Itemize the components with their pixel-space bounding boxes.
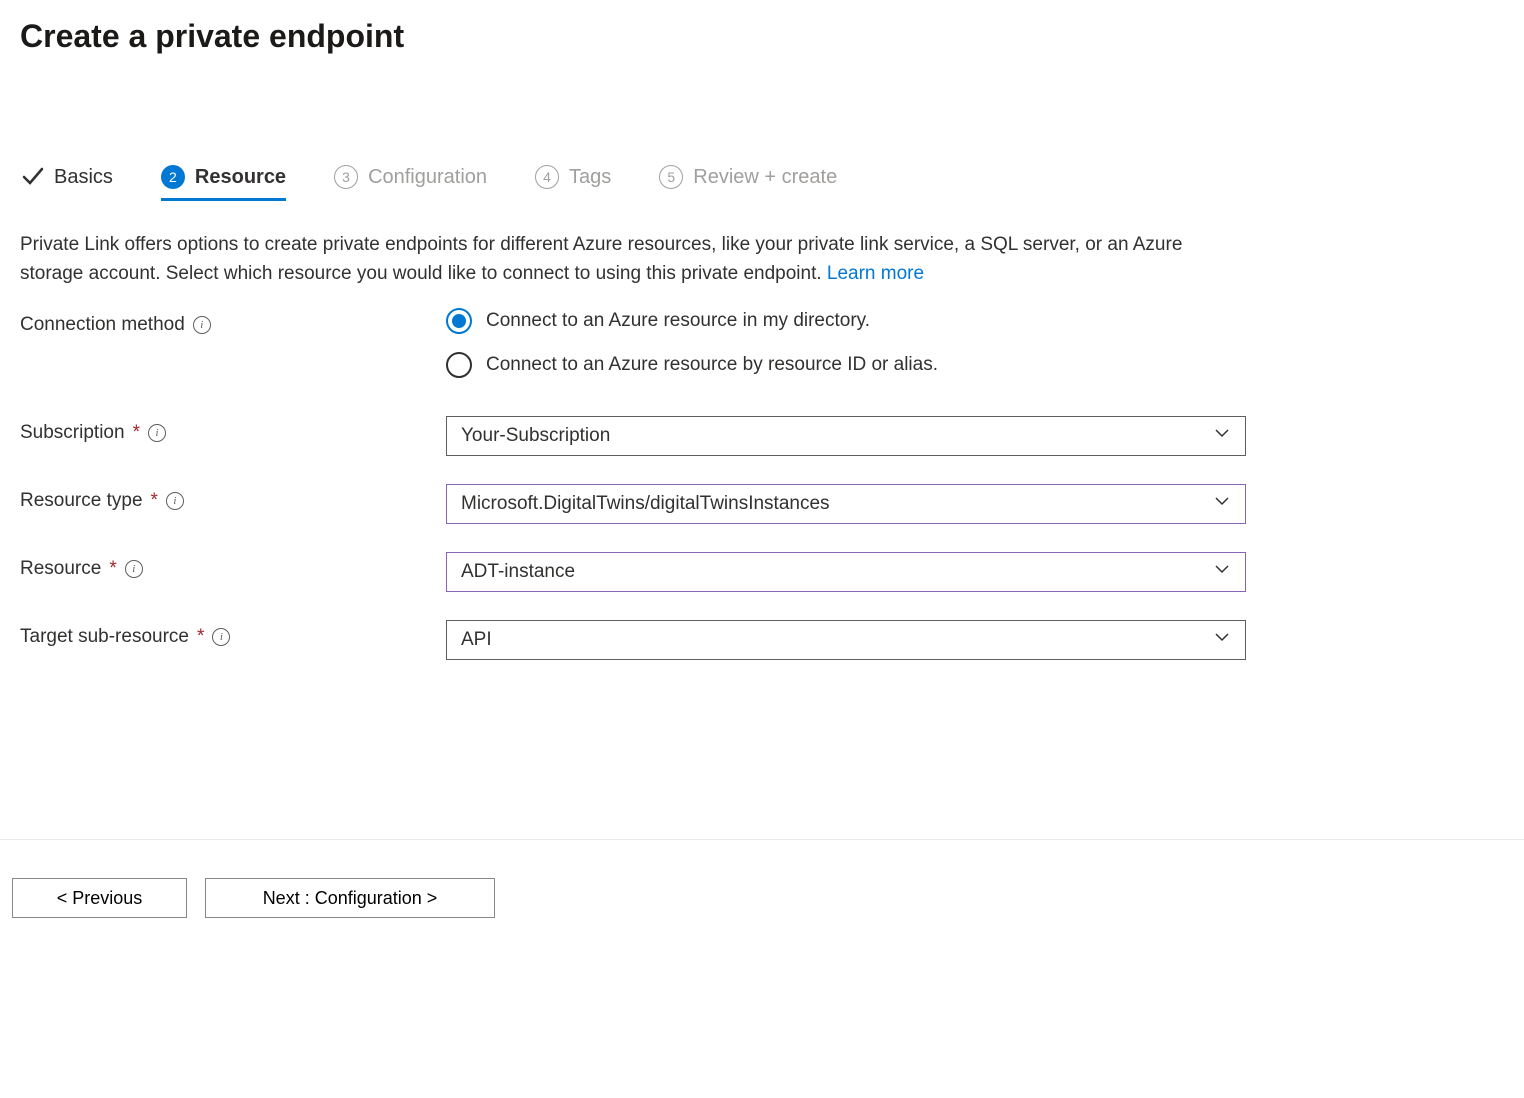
- tab-configuration[interactable]: 3 Configuration: [334, 165, 487, 201]
- radio-circle-icon: [446, 352, 472, 378]
- required-marker: *: [151, 490, 158, 512]
- wizard-tabs: Basics 2 Resource 3 Configuration 4 Tags…: [0, 165, 1524, 201]
- chevron-down-icon: [1213, 492, 1231, 516]
- required-marker: *: [109, 558, 116, 580]
- selected-value: ADT-instance: [461, 561, 575, 583]
- required-marker: *: [197, 626, 204, 648]
- label-resource-type: Resource type * i: [20, 484, 446, 512]
- tab-basics[interactable]: Basics: [20, 165, 113, 201]
- resource-select[interactable]: ADT-instance: [446, 552, 1246, 592]
- tab-tags[interactable]: 4 Tags: [535, 165, 611, 201]
- target-sub-resource-select[interactable]: API: [446, 620, 1246, 660]
- label-connection-method: Connection method i: [20, 308, 446, 336]
- learn-more-link[interactable]: Learn more: [827, 263, 924, 284]
- label-text: Resource type: [20, 490, 143, 512]
- tab-label: Configuration: [368, 166, 487, 189]
- description-text: Private Link offers options to create pr…: [0, 201, 1240, 288]
- tab-label: Basics: [54, 166, 113, 189]
- info-icon[interactable]: i: [166, 492, 184, 510]
- label-text: Connection method: [20, 314, 185, 336]
- radio-circle-icon: [446, 308, 472, 334]
- next-button[interactable]: Next : Configuration >: [205, 878, 495, 918]
- tab-number: 5: [659, 165, 683, 189]
- info-icon[interactable]: i: [148, 424, 166, 442]
- chevron-down-icon: [1213, 424, 1231, 448]
- selected-value: Microsoft.DigitalTwins/digitalTwinsInsta…: [461, 493, 830, 515]
- tab-resource[interactable]: 2 Resource: [161, 165, 286, 201]
- required-marker: *: [133, 422, 140, 444]
- label-target-sub-resource: Target sub-resource * i: [20, 620, 446, 648]
- label-resource: Resource * i: [20, 552, 446, 580]
- info-icon[interactable]: i: [212, 628, 230, 646]
- tab-number: 4: [535, 165, 559, 189]
- label-text: Target sub-resource: [20, 626, 189, 648]
- chevron-down-icon: [1213, 560, 1231, 584]
- tab-label: Tags: [569, 166, 611, 189]
- label-subscription: Subscription * i: [20, 416, 446, 444]
- tab-number: 3: [334, 165, 358, 189]
- label-text: Resource: [20, 558, 101, 580]
- check-icon: [20, 165, 44, 189]
- subscription-select[interactable]: Your-Subscription: [446, 416, 1246, 456]
- info-icon[interactable]: i: [193, 316, 211, 334]
- radio-connect-resource-id[interactable]: Connect to an Azure resource by resource…: [446, 352, 1246, 378]
- chevron-down-icon: [1213, 628, 1231, 652]
- label-text: Subscription: [20, 422, 125, 444]
- tab-label: Review + create: [693, 166, 837, 189]
- radio-connect-directory[interactable]: Connect to an Azure resource in my direc…: [446, 308, 1246, 334]
- tab-label: Resource: [195, 166, 286, 189]
- resource-type-select[interactable]: Microsoft.DigitalTwins/digitalTwinsInsta…: [446, 484, 1246, 524]
- wizard-footer: < Previous Next : Configuration >: [0, 839, 1524, 918]
- previous-button[interactable]: < Previous: [12, 878, 187, 918]
- page-title: Create a private endpoint: [0, 0, 1524, 55]
- selected-value: Your-Subscription: [461, 425, 610, 447]
- selected-value: API: [461, 629, 492, 651]
- tab-review-create[interactable]: 5 Review + create: [659, 165, 837, 201]
- resource-form: Connection method i Connect to an Azure …: [0, 288, 1524, 660]
- radio-label: Connect to an Azure resource in my direc…: [486, 310, 870, 332]
- radio-label: Connect to an Azure resource by resource…: [486, 354, 938, 376]
- info-icon[interactable]: i: [125, 560, 143, 578]
- description-body: Private Link offers options to create pr…: [20, 234, 1182, 284]
- tab-number: 2: [161, 165, 185, 189]
